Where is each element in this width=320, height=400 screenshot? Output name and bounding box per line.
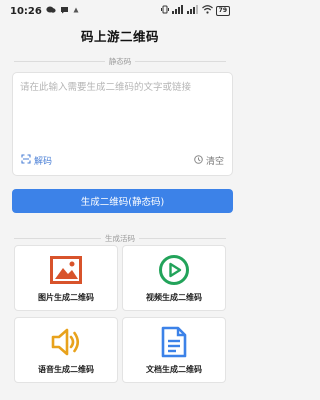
- tile-label: 视频生成二维码: [146, 292, 202, 302]
- vibrate-icon: [160, 5, 169, 17]
- battery-indicator: 79: [215, 6, 230, 16]
- decode-button[interactable]: 解码: [21, 154, 52, 167]
- status-bar: 10:26 79: [0, 0, 240, 22]
- video-play-icon: [158, 254, 190, 286]
- divider-line: [14, 61, 105, 62]
- signal-icon: [186, 5, 199, 17]
- message-icon: [60, 6, 69, 17]
- static-section-title: 静态码: [108, 57, 132, 66]
- live-section-title: 生成活码: [105, 234, 135, 243]
- status-left: 10:26: [10, 6, 79, 17]
- live-code-grid: 图片生成二维码 视频生成二维码 语音生成二维码 文档生成二维码: [14, 245, 226, 383]
- static-section-header: 静态码: [14, 56, 226, 67]
- clear-icon: [194, 154, 203, 167]
- video-to-qr-tile[interactable]: 视频生成二维码: [122, 245, 226, 311]
- image-to-qr-tile[interactable]: 图片生成二维码: [14, 245, 118, 311]
- tile-label: 图片生成二维码: [38, 292, 94, 302]
- live-section-header: 生成活码: [14, 233, 226, 244]
- decode-label: 解码: [34, 157, 53, 167]
- document-icon: [158, 326, 190, 358]
- status-time: 10:26: [10, 5, 42, 17]
- speaker-icon: [50, 326, 82, 358]
- scan-icon: [21, 154, 31, 167]
- divider-line: [139, 238, 226, 239]
- tile-label: 文档生成二维码: [146, 364, 202, 374]
- signal-hd-icon: [171, 5, 184, 17]
- audio-to-qr-tile[interactable]: 语音生成二维码: [14, 317, 118, 383]
- content-textarea[interactable]: 请在此输入需要生成二维码的文字或链接: [20, 81, 226, 94]
- divider-line: [135, 61, 226, 62]
- notification-dot-icon: [73, 6, 79, 16]
- clear-button[interactable]: 清空: [194, 154, 224, 167]
- text-input-card[interactable]: 请在此输入需要生成二维码的文字或链接 解码 清空: [12, 72, 233, 176]
- clear-label: 清空: [205, 157, 224, 167]
- wifi-icon: [201, 5, 213, 17]
- divider-line: [14, 238, 101, 239]
- document-to-qr-tile[interactable]: 文档生成二维码: [122, 317, 226, 383]
- chat-bubble-icon: [46, 6, 56, 17]
- generate-static-qr-button[interactable]: 生成二维码(静态码): [12, 189, 233, 213]
- image-icon: [50, 254, 82, 286]
- status-icons: 79: [160, 5, 230, 17]
- page-title: 码上游二维码: [80, 29, 159, 44]
- tile-label: 语音生成二维码: [38, 364, 94, 374]
